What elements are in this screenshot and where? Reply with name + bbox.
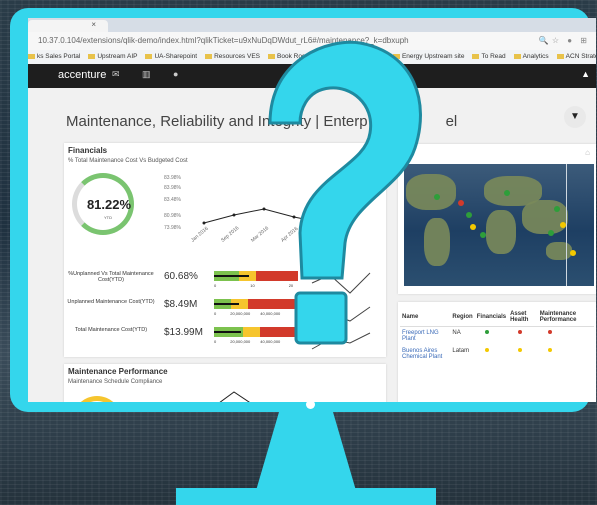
bookmark-item[interactable]: UA-Sharepoint xyxy=(145,53,197,60)
map-marker[interactable] xyxy=(480,232,486,238)
col-region[interactable]: Region xyxy=(450,308,475,327)
kpi-label: Total Maintenance Cost(YTD) xyxy=(74,327,148,333)
world-map[interactable] xyxy=(404,164,594,286)
monitor-base xyxy=(176,488,436,505)
pin-icon[interactable]: ⌂ xyxy=(585,148,590,157)
map-marker[interactable] xyxy=(504,190,510,196)
kpi-value: 60.68% xyxy=(164,271,198,282)
bookmark-item[interactable]: ks Sales Portal xyxy=(28,53,80,60)
bookmark-item[interactable]: Upstream AIP xyxy=(88,53,137,60)
map-marker[interactable] xyxy=(458,200,464,206)
map-marker[interactable] xyxy=(470,224,476,230)
maintenance-title: Maintenance Performance xyxy=(68,367,168,376)
status-dot xyxy=(484,330,489,334)
monitor-frame: × 10.37.0.104/extensions/qlik-demo/index… xyxy=(10,8,596,412)
compliance-gauge xyxy=(72,396,122,402)
user-icon[interactable]: ▲ xyxy=(581,69,590,79)
map-marker[interactable] xyxy=(434,194,440,200)
brand-logo: accenture xyxy=(58,69,107,81)
browser-tab[interactable]: × xyxy=(28,20,108,32)
map-marker[interactable] xyxy=(554,206,560,212)
map-marker[interactable] xyxy=(548,230,554,236)
bookmark-item[interactable]: Analytics xyxy=(513,53,549,60)
kpi-value: $13.99M xyxy=(164,327,203,338)
close-icon[interactable]: × xyxy=(91,20,96,29)
map-marker[interactable] xyxy=(466,212,472,218)
browser-tools-icons[interactable]: 🔍☆ ● ⊞ xyxy=(539,32,590,50)
kpi-value: $8.49M xyxy=(164,299,198,310)
y-tick: 73.98% xyxy=(164,225,181,231)
financials-title: Financials xyxy=(68,146,108,155)
status-dot xyxy=(484,348,489,352)
map-divider xyxy=(566,164,567,286)
gauge-label: YTD xyxy=(104,215,112,220)
col-maintenance[interactable]: Maintenance Performance xyxy=(537,308,594,327)
bookmark-item[interactable]: To Read xyxy=(472,53,506,60)
bookmark-item[interactable]: ACN Strategy xyxy=(556,53,596,60)
y-tick: 80.98% xyxy=(164,213,181,219)
col-financials[interactable]: Financials xyxy=(474,308,509,327)
folder-icon xyxy=(556,53,564,59)
filter-icon: ▼ xyxy=(570,111,580,122)
folder-icon xyxy=(88,53,96,59)
map-marker[interactable] xyxy=(570,250,576,256)
filter-button[interactable]: ▼ xyxy=(564,106,586,128)
col-asset-health[interactable]: Asset Health xyxy=(508,308,538,327)
status-dot xyxy=(547,348,552,352)
financials-subtitle: % Total Maintenance Cost Vs Budgeted Cos… xyxy=(68,158,188,164)
header-icons[interactable]: ✉ ▥ ● xyxy=(112,69,188,80)
folder-icon xyxy=(513,53,521,59)
power-indicator xyxy=(306,400,315,409)
folder-icon xyxy=(205,53,213,59)
gauge-value: 81.22% xyxy=(86,197,132,212)
asset-region: Latam xyxy=(452,348,470,354)
question-mark-icon xyxy=(268,40,422,345)
y-tick: 83.98% xyxy=(164,185,181,191)
folder-icon xyxy=(28,53,35,59)
kpi-label: %Unplanned Vs Total Maintenance Cost(YTD… xyxy=(68,271,154,283)
status-dot xyxy=(518,348,523,352)
y-tick: 83.48% xyxy=(164,197,181,203)
status-dot xyxy=(518,330,523,334)
status-dot xyxy=(547,330,552,334)
folder-icon xyxy=(145,53,153,59)
folder-icon xyxy=(472,53,480,59)
y-tick: 83.98% xyxy=(164,175,181,181)
maintenance-subtitle: Maintenance Schedule Compliance xyxy=(68,379,163,385)
kpi-label: Unplanned Maintenance Cost(YTD) xyxy=(67,299,155,305)
data-point xyxy=(202,221,206,225)
asset-region: NA xyxy=(452,330,461,336)
